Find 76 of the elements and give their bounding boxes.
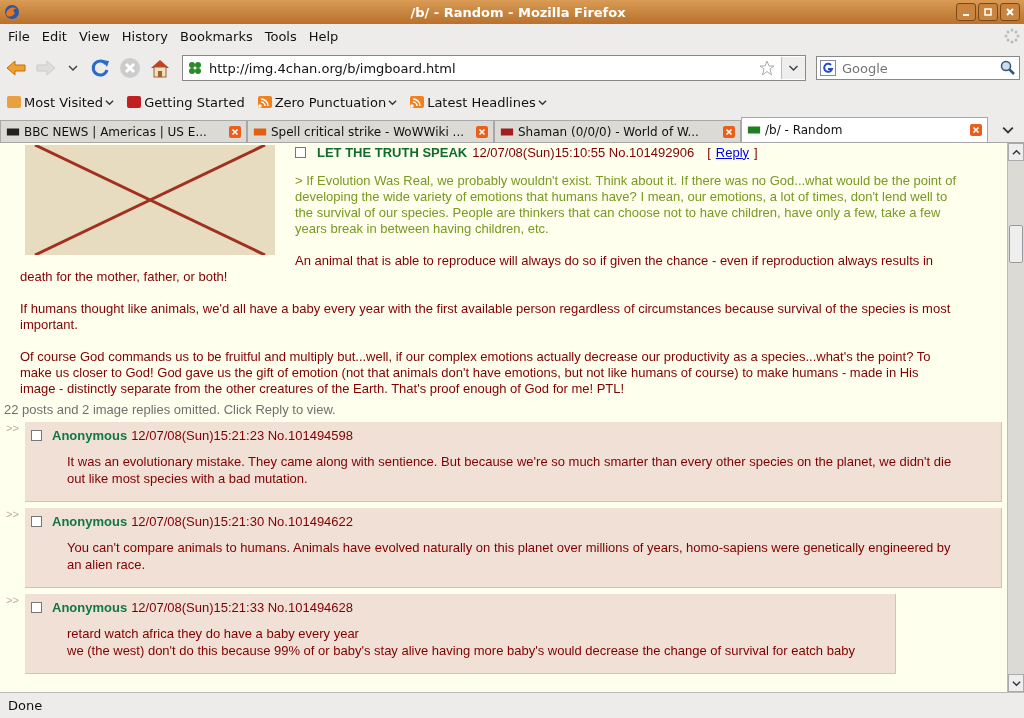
window-title: /b/ - Random - Mozilla Firefox bbox=[410, 4, 626, 20]
bookmark-icon bbox=[126, 94, 143, 110]
bookmark-item[interactable]: Zero Punctuation bbox=[256, 94, 398, 110]
menu-item[interactable]: Edit bbox=[35, 28, 73, 44]
minimize-button[interactable] bbox=[956, 3, 976, 21]
omitted-notice: 22 posts and 2 image replies omitted. Click Reply to view. bbox=[4, 402, 337, 419]
menu-item[interactable]: File bbox=[2, 28, 36, 44]
throbber-icon bbox=[1004, 28, 1020, 44]
bracket: [ bbox=[707, 145, 711, 160]
caret-icon bbox=[537, 97, 547, 107]
star-icon[interactable] bbox=[759, 60, 775, 76]
browser-tab[interactable]: /b/ - Random bbox=[741, 117, 988, 142]
bracket: ] bbox=[754, 145, 758, 160]
post-text: If humans thought like animals, we'd all have a baby every year with the first available person regardless of circumstances because survival of the species is most important. bbox=[20, 301, 952, 333]
bookmark-icon bbox=[6, 94, 22, 110]
caret-icon bbox=[105, 97, 115, 107]
poster-name: Anonymous bbox=[52, 428, 128, 443]
post-text: It was an evolutionary mistake. They came along with sentience. But because we're so much smarter than every other species on the planet, we didn't die out like most species with a bad mutation. bbox=[67, 453, 953, 487]
post-text: You can't compare animals to humans. Animals have evolved naturally on this planet over millions of years, homo-sapiens were genetically engineered by an alien race. bbox=[67, 539, 952, 573]
close-tab-icon[interactable] bbox=[970, 124, 982, 136]
browser-tab[interactable]: BBC NEWS | Americas | US E... bbox=[0, 120, 247, 142]
reply-marker: >> bbox=[5, 594, 20, 606]
post-checkbox[interactable] bbox=[31, 602, 42, 613]
post-text: retard watch africa they do have a baby every year bbox=[67, 625, 360, 642]
tab-list-caret-icon[interactable] bbox=[1002, 124, 1014, 136]
menu-item[interactable]: Bookmarks bbox=[174, 28, 259, 44]
menu-item[interactable]: Tools bbox=[258, 28, 303, 44]
browser-tab[interactable]: Spell critical strike - WoWWiki ... bbox=[247, 120, 494, 142]
site-icon bbox=[187, 60, 203, 76]
maximize-icon bbox=[983, 7, 993, 17]
browser-tab[interactable]: Shaman (0/0/0) - World of W... bbox=[494, 120, 741, 142]
post-subject: LET THE TRUTH SPEAK bbox=[317, 145, 468, 160]
close-tab-icon[interactable] bbox=[723, 125, 735, 138]
post-checkbox[interactable] bbox=[31, 430, 42, 441]
bookmark-icon bbox=[409, 94, 426, 110]
status-text: Done bbox=[8, 698, 43, 713]
post-date: 12/07/08(Sun)15:21:30 No.101494622 bbox=[131, 514, 354, 529]
bookmark-icon bbox=[256, 94, 273, 110]
bookmark-item[interactable]: Getting Started bbox=[126, 94, 245, 110]
post-date: 12/07/08(Sun)15:10:55 No.101492906 bbox=[472, 145, 695, 160]
reply-link[interactable]: Reply bbox=[715, 145, 750, 160]
post-text: Of course God commands us to be fruitful and multiply but...well, if our complex emotions actually decrease our productivity as a species...what's the point? To make us closer to God! God gave us the gift of emotion (not that animals don't have emotions, but not like humans of course) to make humans - made in His image - distinctly separate from the other creatures of the Earth. That's proof enough of God for me! PTL! bbox=[20, 349, 932, 397]
caret-icon bbox=[388, 97, 398, 107]
dropdown-caret-icon[interactable] bbox=[781, 57, 805, 79]
quote-text: > If Evolution Was Real, we probably wouldn't exist. Think about it. If there was no God...what would be the point of developing the wide variety of emotions that humans have? I mean, our emotions, a lot of times, don't lend well to the survival of our species. People are thinkers that can choose not to have children, have only a few, take a few years break in between having children, etc. bbox=[295, 173, 957, 237]
menu-item[interactable]: History bbox=[115, 28, 175, 44]
search-icon[interactable] bbox=[1000, 60, 1016, 76]
post-date: 12/07/08(Sun)15:21:23 No.101494598 bbox=[131, 428, 354, 443]
menu-item[interactable]: Help bbox=[302, 28, 345, 44]
search-engine-icon[interactable] bbox=[820, 60, 836, 76]
post-date: 12/07/08(Sun)15:21:33 No.101494628 bbox=[131, 600, 354, 615]
search-bar[interactable]: Google bbox=[816, 56, 1020, 80]
reply-marker: >> bbox=[5, 422, 20, 434]
bookmark-item[interactable]: Most Visited bbox=[6, 94, 115, 110]
browser-logo-icon bbox=[4, 4, 20, 20]
maximize-button[interactable] bbox=[978, 3, 998, 21]
reply-marker: >> bbox=[5, 508, 20, 520]
caret-icon[interactable] bbox=[68, 63, 78, 73]
address-field[interactable]: http://img.4chan.org/b/imgboard.html bbox=[182, 55, 806, 81]
post-checkbox[interactable] bbox=[31, 516, 42, 527]
scrollbar[interactable] bbox=[1007, 143, 1024, 692]
close-button[interactable] bbox=[1000, 3, 1020, 21]
menu-item[interactable]: View bbox=[72, 28, 116, 44]
minimize-icon bbox=[963, 14, 969, 16]
close-icon bbox=[1005, 7, 1015, 17]
post-checkbox[interactable] bbox=[295, 146, 306, 158]
poster-name: Anonymous bbox=[52, 600, 128, 615]
url-text: http://img.4chan.org/b/imgboard.html bbox=[209, 60, 457, 76]
close-tab-icon[interactable] bbox=[476, 125, 488, 138]
image-placeholder[interactable] bbox=[25, 145, 275, 255]
post-text: An animal that is able to reproduce will always do so if given the chance - even if reproduction always results in death for the mother, father, or both! bbox=[20, 253, 935, 285]
poster-name: Anonymous bbox=[52, 514, 128, 529]
post-text: we (the west) don't do this because 99% of or baby's stay alive having more baby's would decrease the change of survival for eatch baby bbox=[67, 642, 855, 659]
close-tab-icon[interactable] bbox=[229, 125, 241, 138]
bookmark-item[interactable]: Latest Headlines bbox=[409, 94, 547, 110]
scrollbar-thumb[interactable] bbox=[1009, 225, 1023, 263]
